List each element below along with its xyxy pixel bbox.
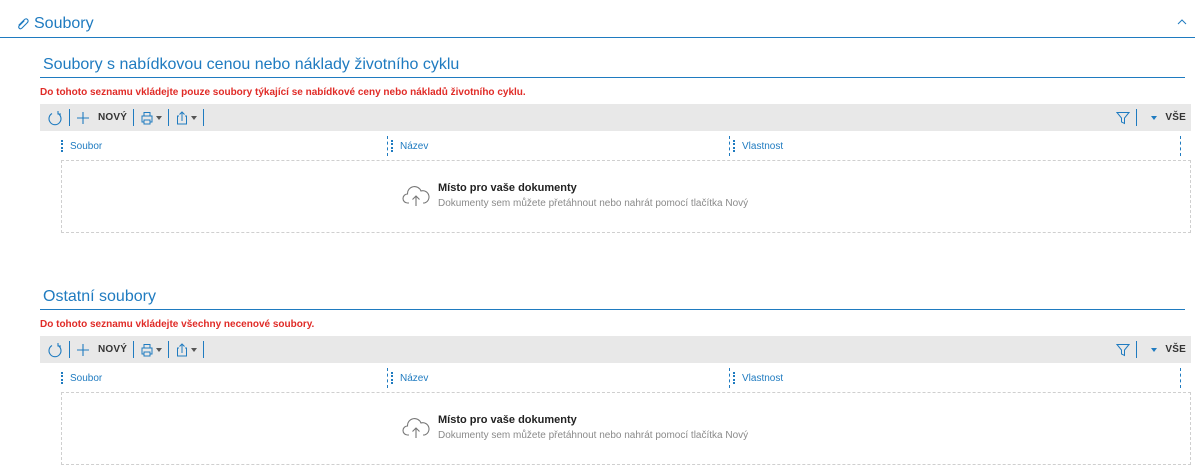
toolbar-separator [133,109,135,126]
toolbar-separator [1136,341,1138,358]
chevron-down-icon [156,115,163,120]
column-label: Název [400,140,429,152]
plus-icon [77,111,89,124]
filter-select[interactable]: VŠE [1149,344,1186,355]
filter-select[interactable]: VŠE [1149,112,1186,123]
drop-zone-title: Místo pro vaše dokumenty [438,182,577,194]
toolbar-separator [133,341,135,358]
section-price-files: Soubory s nabídkovou cenou nebo náklady … [40,56,1191,266]
files-panel-title-wrap: Soubory [16,15,94,33]
add-new-button[interactable]: NOVÝ [76,111,127,125]
toolbar-separator [168,109,170,126]
new-button-label: NOVÝ [98,112,128,123]
print-icon [141,111,153,124]
toolbar-separator [203,341,205,358]
section-note: Do tohoto seznamu vkládejte všechny nece… [40,319,315,330]
section-divider [40,77,1185,78]
files-panel-title: Soubory [34,15,94,32]
toolbar-separator [168,341,170,358]
export-icon [177,110,188,124]
export-dropdown[interactable] [175,110,198,125]
file-drop-zone[interactable]: Místo pro vaše dokumenty Dokumenty sem m… [61,160,1191,233]
drag-handle-icon[interactable] [61,372,63,384]
column-headers: Soubor Název Vlastnost [41,368,1191,388]
column-divider [1180,368,1181,388]
filter-select-label: VŠE [1165,344,1186,355]
list-toolbar: NOVÝ VŠE [40,104,1191,131]
section-note: Do tohoto seznamu vkládejte pouze soubor… [40,87,526,98]
plus-icon [77,343,89,356]
cloud-upload-icon [402,417,430,439]
print-dropdown[interactable] [140,343,163,357]
drag-handle-icon[interactable] [733,140,735,152]
filter-select-label: VŠE [1165,112,1186,123]
column-label: Vlastnost [742,372,784,384]
chevron-down-icon [191,347,198,352]
chevron-up-icon[interactable] [1177,18,1187,25]
column-header-name[interactable]: Název [391,136,428,156]
column-header-property[interactable]: Vlastnost [733,368,783,388]
refresh-icon[interactable] [47,110,63,126]
section-divider [40,309,1185,310]
export-dropdown[interactable] [175,342,198,357]
drag-handle-icon[interactable] [61,140,63,152]
column-divider [1180,136,1181,156]
filter-icon[interactable] [1116,111,1131,125]
column-label: Soubor [70,140,103,152]
column-header-file[interactable]: Soubor [61,136,102,156]
export-icon [177,342,188,356]
drop-zone-title: Místo pro vaše dokumenty [438,414,577,426]
filter-icon[interactable] [1116,343,1131,357]
section-title: Soubory s nabídkovou cenou nebo náklady … [43,56,460,73]
files-panel-header[interactable]: Soubory [0,0,1195,38]
section-title: Ostatní soubory [43,288,156,305]
column-header-file[interactable]: Soubor [61,368,102,388]
toolbar-separator [1136,109,1138,126]
print-dropdown[interactable] [140,111,163,125]
chevron-down-icon [191,115,198,120]
drag-handle-icon[interactable] [733,372,735,384]
list-toolbar: NOVÝ VŠE [40,336,1191,363]
column-divider [387,368,388,388]
column-divider [729,136,730,156]
column-divider [387,136,388,156]
toolbar-separator [203,109,205,126]
refresh-icon[interactable] [47,342,63,358]
cloud-upload-icon [402,185,430,207]
attachment-icon [16,17,30,31]
chevron-down-icon [1151,115,1158,120]
toolbar-separator [69,341,70,358]
chevron-down-icon [156,347,163,352]
column-header-property[interactable]: Vlastnost [733,136,783,156]
column-label: Název [400,372,429,384]
column-header-name[interactable]: Název [391,368,428,388]
column-label: Vlastnost [742,140,784,152]
drop-zone-hint: Dokumenty sem můžete přetáhnout nebo nah… [438,430,749,441]
section-other-files: Ostatní soubory Do tohoto seznamu vkláde… [40,288,1191,473]
print-icon [141,343,153,356]
add-new-button[interactable]: NOVÝ [76,343,127,357]
column-headers: Soubor Název Vlastnost [41,136,1191,156]
chevron-down-icon [1151,347,1158,352]
drag-handle-icon[interactable] [391,140,393,152]
drag-handle-icon[interactable] [391,372,393,384]
drop-zone-hint: Dokumenty sem můžete přetáhnout nebo nah… [438,198,749,209]
column-divider [729,368,730,388]
column-label: Soubor [70,372,103,384]
toolbar-separator [69,109,70,126]
new-button-label: NOVÝ [98,344,128,355]
file-drop-zone[interactable]: Místo pro vaše dokumenty Dokumenty sem m… [61,392,1191,465]
